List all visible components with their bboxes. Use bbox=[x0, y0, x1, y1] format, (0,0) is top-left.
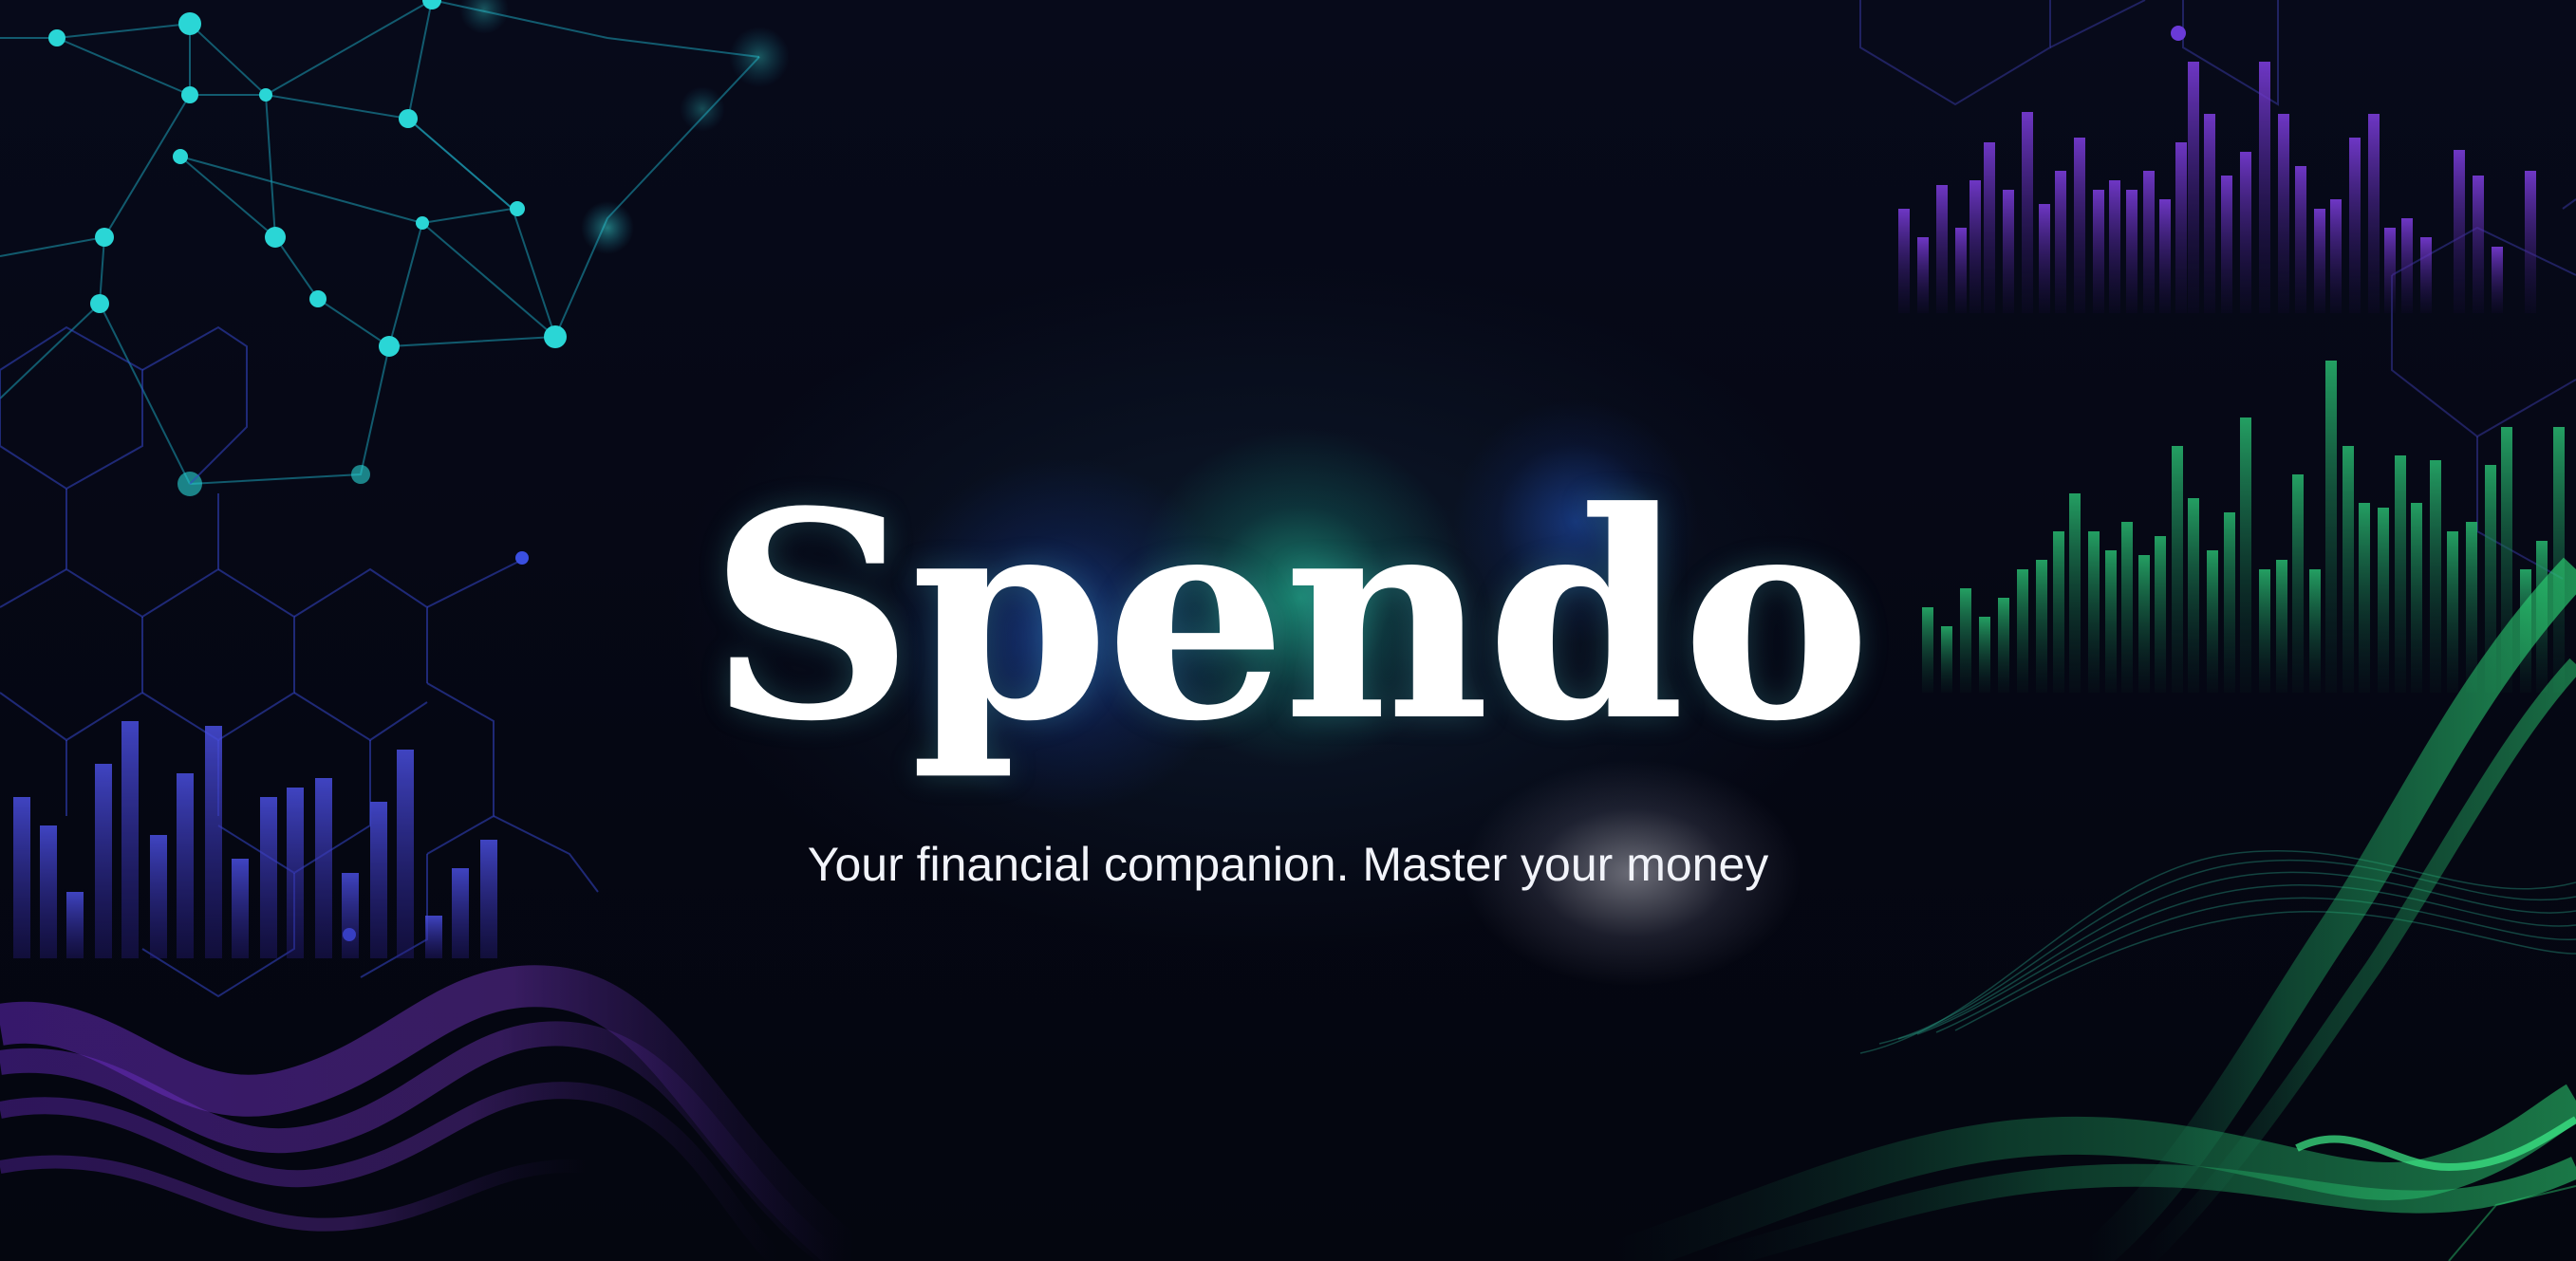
bar-chart-decoration-top-right bbox=[1898, 62, 2536, 313]
hero-banner: Spendo Your financial companion. Master … bbox=[0, 0, 2576, 1261]
network-graph-decoration bbox=[0, 0, 760, 485]
tagline: Your financial companion. Master your mo… bbox=[807, 838, 1769, 891]
node-dot-decoration bbox=[2171, 26, 2186, 41]
purple-wave-decoration bbox=[0, 965, 868, 1261]
brand-title: Spendo bbox=[708, 449, 1871, 784]
